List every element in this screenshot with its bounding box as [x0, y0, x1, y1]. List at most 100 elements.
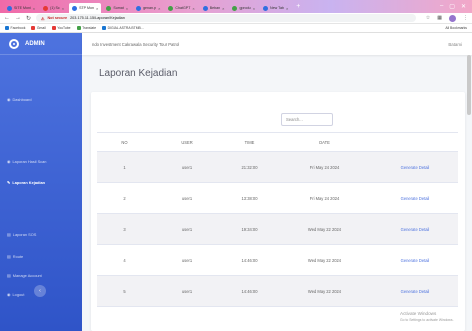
bookmark-item[interactable]: Translate [76, 26, 97, 30]
close-window-icon[interactable]: ✕ [461, 3, 466, 10]
column-header[interactable]: DATE [277, 132, 372, 152]
cell-date: Fri May 24 2024 [277, 182, 372, 214]
tab-favicon-icon [7, 5, 12, 11]
new-tab-button[interactable]: + [293, 3, 303, 10]
forward-icon[interactable]: → [15, 15, 21, 21]
tab-close-icon[interactable]: × [96, 6, 98, 11]
tab-label: Beban [209, 6, 221, 10]
sidebar-item-dashboard[interactable]: ◉ Dashboard [7, 97, 32, 102]
route-icon: ▤ [7, 254, 11, 259]
address-bar: ← → ↻ ⚠ Not secure 203.175.11.15/Laporan… [0, 13, 472, 24]
all-bookmarks-link[interactable]: All Bookmarks [445, 26, 467, 30]
bookmark-item[interactable]: DIGIAL ASTRA BTMB... [102, 26, 144, 30]
tab-label: STP Mon [79, 6, 94, 10]
tab-close-icon[interactable]: × [286, 6, 288, 11]
cell-action: Generate Detail [372, 182, 458, 214]
table-row: 2 user1 13:38:00 Fri May 24 2024 Generate De… [97, 182, 458, 214]
dashboard-icon: ◉ [7, 97, 11, 102]
topbar: ndo Investment Cakrawala Security Tour P… [82, 33, 472, 55]
tab-favicon-icon [136, 5, 142, 11]
bookmark-favicon-icon [5, 26, 9, 30]
table-row: 3 user1 19:34:00 Wed May 22 2024 Generate De… [97, 213, 458, 245]
browser-tab[interactable]: SITE Moni × [4, 3, 38, 13]
page-scrollbar[interactable] [467, 55, 471, 115]
tab-close-icon[interactable]: × [192, 6, 194, 11]
tab-favicon-icon [43, 5, 49, 11]
maximize-icon[interactable]: ▢ [449, 3, 455, 10]
star-icon[interactable]: ☆ [426, 15, 430, 21]
bookmark-label: Facebook [10, 26, 26, 30]
column-header[interactable] [372, 132, 458, 152]
browser-tab[interactable]: gprodu × [229, 3, 258, 13]
column-header[interactable]: NO [97, 132, 152, 152]
sidebar-item-logout[interactable]: ◉ Logout [7, 292, 24, 297]
profile-avatar[interactable] [449, 14, 456, 22]
tab-label: Sumat [113, 6, 124, 10]
minimize-icon[interactable]: – [440, 3, 443, 10]
bookmark-favicon-icon [102, 26, 107, 30]
tab-close-icon[interactable]: × [126, 6, 128, 11]
sidebar-item-route[interactable]: ▤ Route [7, 254, 23, 259]
url-text[interactable]: 203.175.11.15/Laporan/Kejadian [70, 16, 125, 20]
logout-icon: ◉ [7, 292, 11, 297]
tab-favicon-icon [168, 5, 174, 11]
sidebar: ADMIN ◉ Dashboard ◉ Laporan Hasil Scan ✎ Lapo… [0, 33, 82, 331]
browser-tab[interactable]: Sumat × [103, 3, 131, 13]
generate-detail-link[interactable]: Generate Detail [401, 227, 430, 232]
browser-tab[interactable]: Beban × [200, 3, 228, 13]
back-icon[interactable]: ← [4, 15, 10, 21]
column-header[interactable]: TIME [222, 132, 277, 152]
tab-close-icon[interactable]: × [62, 6, 64, 11]
cell-no: 2 [97, 182, 152, 214]
account-icon: ▤ [7, 273, 11, 278]
table-header-row: NO USER TIME DATE [97, 132, 458, 152]
not-secure-label[interactable]: Not secure [47, 16, 67, 20]
generate-detail-link[interactable]: Generate Detail [401, 289, 430, 294]
cell-no: 5 [97, 275, 152, 307]
sidebar-item-label: Logout [12, 292, 25, 297]
tab-close-icon[interactable]: × [253, 6, 255, 11]
browser-tab[interactable]: STP Mon × [69, 3, 102, 13]
bookmark-favicon-icon [76, 26, 81, 30]
browser-tab[interactable]: New Tab × [260, 3, 291, 13]
sidebar-item-manage-account[interactable]: ▤ Manage Account [7, 273, 42, 278]
tab-close-icon[interactable]: × [158, 6, 160, 11]
browser-tab[interactable]: genan.p × [133, 3, 163, 13]
browser-tab[interactable]: (1) Sc × [40, 3, 67, 13]
table-row: 5 user1 14:46:00 Wed May 22 2024 Generate De… [97, 275, 458, 307]
tab-label: SITE Moni [14, 6, 31, 10]
bookmark-label: DIGIAL ASTRA BTMB... [107, 26, 144, 30]
bookmarks-bar: Facebook Gmail YouTube Translate DIGIAL ASTR… [0, 24, 472, 33]
sidebar-item-laporan-sos[interactable]: ▤ Laporan SOS [7, 232, 36, 237]
generate-detail-link[interactable]: Generate Detail [401, 196, 430, 201]
search-input[interactable] [281, 113, 333, 126]
sidebar-item-label: Dashboard [12, 97, 32, 102]
cell-user: user1 [152, 213, 222, 245]
bookmark-label: Translate [82, 26, 97, 30]
cell-action: Generate Detail [372, 275, 458, 307]
user-menu[interactable]: Batami [448, 42, 462, 47]
sidebar-item-label: Route [12, 254, 24, 259]
tab-label: ChatGPT [175, 6, 191, 10]
reload-icon[interactable]: ↻ [26, 15, 31, 22]
extensions-icon[interactable]: ▦ [437, 15, 442, 21]
cell-date: Wed May 22 2024 [277, 213, 372, 245]
warning-icon[interactable]: ⚠ [41, 16, 44, 21]
tab-close-icon[interactable]: × [33, 6, 35, 11]
column-header[interactable]: USER [152, 132, 222, 152]
bookmark-item[interactable]: Facebook [5, 26, 25, 30]
tab-close-icon[interactable]: × [222, 6, 224, 11]
bookmark-item[interactable]: Gmail [31, 26, 46, 30]
cell-time: 14:46:00 [222, 244, 277, 276]
browser-tab[interactable]: ChatGPT × [165, 3, 197, 13]
menu-icon[interactable]: ⋮ [463, 15, 468, 21]
generate-detail-link[interactable]: Generate Detail [401, 165, 430, 170]
sidebar-item-laporan-kejadian[interactable]: ✎ Laporan Kejadian [7, 180, 45, 185]
tab-favicon-icon [232, 5, 238, 11]
sidebar-toggle-button[interactable]: ‹ [34, 285, 46, 297]
sidebar-item-laporan-hasil-scan[interactable]: ◉ Laporan Hasil Scan [7, 159, 46, 164]
generate-detail-link[interactable]: Generate Detail [401, 258, 430, 263]
url-field[interactable]: ⚠ Not secure 203.175.11.15/Laporan/Kejad… [36, 14, 417, 22]
bookmark-item[interactable]: YouTube [51, 26, 71, 30]
sidebar-brand[interactable]: ADMIN [0, 33, 82, 55]
